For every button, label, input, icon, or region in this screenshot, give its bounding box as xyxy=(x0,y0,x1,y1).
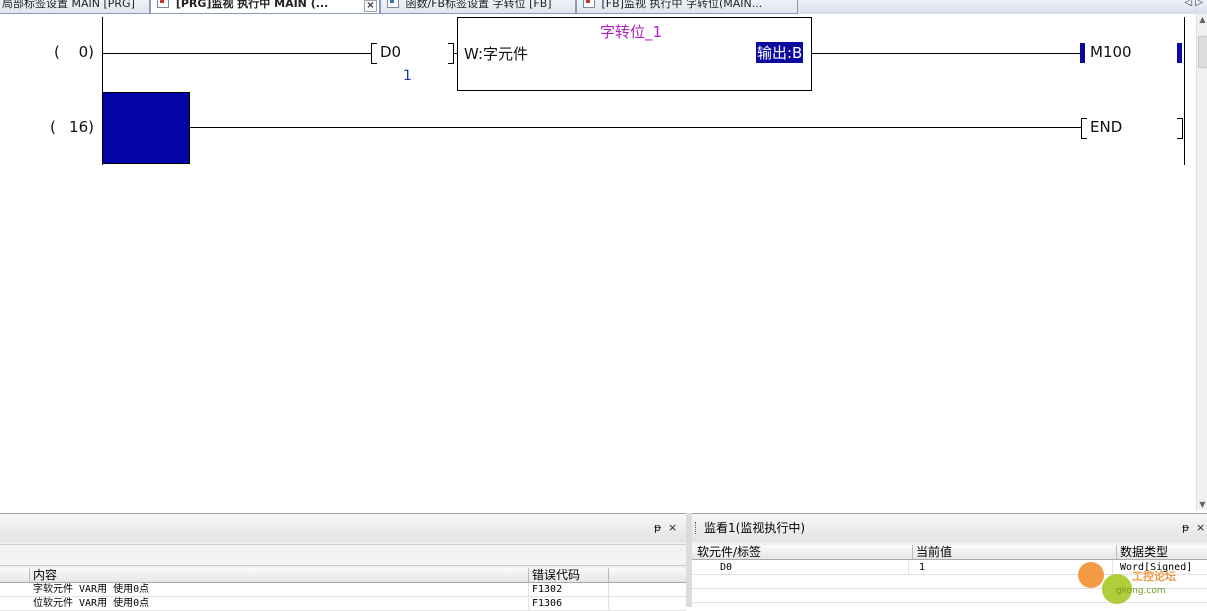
tab-prg-monitor-main[interactable]: [PRG]监视 执行中 MAIN (... × xyxy=(150,0,380,14)
panel-toolbar xyxy=(0,544,686,566)
error-list-header: 内容 错误代码 xyxy=(0,568,686,583)
close-icon[interactable]: × xyxy=(668,514,677,542)
row-content: 位软元件 VAR用 使用0点 xyxy=(30,597,529,610)
pin-icon[interactable]: ᵽ xyxy=(654,514,661,542)
column-header-error-code[interactable]: 错误代码 xyxy=(529,568,609,582)
column-header-device[interactable]: 软元件/标签 xyxy=(694,545,913,559)
panel-title-bar: 监看1(监视执行中) ᵽ × xyxy=(692,514,1207,542)
ladder-program-icon xyxy=(157,0,169,8)
close-icon[interactable]: × xyxy=(1196,514,1205,542)
tab-fb-monitor[interactable]: [FB]监视 执行中 字转位(MAIN... xyxy=(576,0,798,14)
row-device: D0 xyxy=(694,561,909,574)
rung-wire xyxy=(811,53,1081,54)
coil-left-energized xyxy=(1080,43,1085,63)
error-list: 内容 错误代码 字软元件 VAR用 使用0点 F1302 位软元件 VAR用 使… xyxy=(0,568,686,611)
watermark-text: 工控论坛 xyxy=(1132,570,1176,583)
edit-cursor[interactable] xyxy=(102,92,190,164)
tab-label: [FB]监视 执行中 字转位(MAIN... xyxy=(601,0,763,10)
coil-right-energized xyxy=(1177,43,1182,63)
row-content: 字软元件 VAR用 使用0点 xyxy=(30,583,529,596)
step-paren: ( xyxy=(50,118,56,136)
table-row[interactable]: 位软元件 VAR用 使用0点 F1306 xyxy=(0,597,686,611)
close-icon[interactable]: × xyxy=(364,0,377,12)
tab-label: 函数/FB标签设置 字转位 [FB] xyxy=(405,0,552,10)
column-header-data-type[interactable]: 数据类型 xyxy=(1117,545,1207,559)
end-left-bracket xyxy=(1081,118,1087,139)
panel-title-bar: ᵽ × xyxy=(0,514,686,542)
column-header-index xyxy=(0,568,30,582)
rung-wire xyxy=(189,127,1081,128)
row-error-code: F1306 xyxy=(529,597,609,610)
fb-output-pin[interactable]: 输出:B xyxy=(756,42,804,63)
monitor-value: 1 xyxy=(403,68,412,84)
output-panel: ᵽ × 内容 错误代码 字软元件 VAR用 使用0点 F1302 位软元件 VA… xyxy=(0,513,686,611)
drag-grip-icon[interactable] xyxy=(695,522,698,534)
table-row[interactable]: 字软元件 VAR用 使用0点 F1302 xyxy=(0,583,686,597)
ladder-editor[interactable]: ( 0) D0 1 字转位_1 W:字元件 输出:B M100 ( 16) EN… xyxy=(0,14,1196,510)
right-power-rail xyxy=(1184,17,1185,165)
scroll-up-icon[interactable]: ▲ xyxy=(1197,14,1207,25)
rung-wire xyxy=(103,53,371,54)
step-value: 0) xyxy=(78,43,94,61)
tab-label: 局部标签设置 MAIN [PRG] xyxy=(2,0,135,10)
tab-label: [PRG]监视 执行中 MAIN (... xyxy=(175,0,329,10)
step-value: 16) xyxy=(69,118,94,136)
document-tab-bar: 局部标签设置 MAIN [PRG] [PRG]监视 执行中 MAIN (... … xyxy=(0,0,1207,15)
step-number: ( 16) xyxy=(50,118,94,138)
vertical-scrollbar[interactable]: ▲ ▼ xyxy=(1196,14,1207,510)
watermark-url: gkong.com xyxy=(1116,586,1166,596)
tab-scroll-arrows-icon[interactable]: ◁ ▷ xyxy=(1184,0,1203,8)
tab-fb-label-setting[interactable]: 函数/FB标签设置 字转位 [FB] xyxy=(380,0,576,14)
site-watermark: 工控论坛 gkong.com xyxy=(1078,558,1203,606)
end-instruction[interactable]: END xyxy=(1090,118,1122,136)
contact-left-bracket xyxy=(371,43,377,64)
end-right-bracket xyxy=(1177,118,1183,139)
tab-local-label-main[interactable]: 局部标签设置 MAIN [PRG] xyxy=(0,0,150,14)
step-number: ( 0) xyxy=(54,43,94,63)
pin-icon[interactable]: ᵽ xyxy=(1182,514,1189,542)
scroll-down-icon[interactable]: ▼ xyxy=(1197,499,1207,510)
fb-instance-name: 字转位_1 xyxy=(600,23,663,41)
step-paren: ( xyxy=(54,43,60,61)
device-d0[interactable]: D0 xyxy=(380,43,401,61)
column-header-current-value[interactable]: 当前值 xyxy=(913,545,1117,559)
gear-logo-icon xyxy=(1078,562,1104,588)
scroll-thumb[interactable] xyxy=(1198,36,1207,68)
label-table-icon xyxy=(387,0,399,8)
row-error-code: F1302 xyxy=(529,583,609,596)
ladder-program-icon xyxy=(583,0,595,8)
column-header-content[interactable]: 内容 xyxy=(30,568,529,582)
coil-m100[interactable]: M100 xyxy=(1090,43,1132,61)
watch-panel: 监看1(监视执行中) ᵽ × 软元件/标签 当前值 数据类型 D0 1 Word… xyxy=(692,513,1207,608)
watch-panel-title: 监看1(监视执行中) xyxy=(704,521,805,535)
fb-input-pin[interactable]: W:字元件 xyxy=(464,43,528,64)
